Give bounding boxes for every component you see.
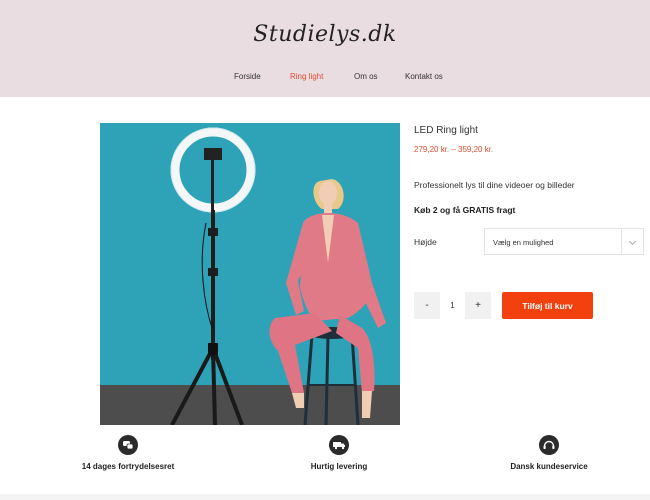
add-to-cart-button[interactable]: Tilføj til kurv (502, 292, 593, 319)
variation-select[interactable]: Vælg en mulighed (484, 228, 644, 255)
feature-fast-delivery: Hurtig levering (269, 435, 409, 471)
site-header: Studielys.dk Forside Ring light Om os Ko… (0, 0, 650, 97)
footer-divider (0, 494, 650, 500)
promo-text: Køb 2 og få GRATIS fragt (414, 205, 516, 215)
variation-select-value: Vælg en mulighed (493, 238, 554, 247)
nav-item-kontakt-os[interactable]: Kontakt os (405, 72, 443, 81)
truck-icon (329, 435, 349, 455)
product-image[interactable] (100, 123, 400, 425)
quantity-input[interactable] (440, 292, 465, 319)
feature-customer-service: Dansk kundeservice (479, 435, 619, 471)
quantity-increase-button[interactable]: + (465, 292, 491, 319)
product-description: Professionelt lys til dine videoer og bi… (414, 180, 575, 190)
chat-bubbles-icon (118, 435, 138, 455)
feature-label: 14 dages fortrydelsesret (81, 462, 175, 471)
site-logo[interactable]: Studielys.dk (0, 22, 650, 47)
nav-item-ring-light[interactable]: Ring light (290, 72, 323, 81)
nav-item-forside[interactable]: Forside (234, 72, 261, 81)
quantity-decrease-button[interactable]: - (414, 292, 440, 319)
main-nav: Forside Ring light Om os Kontakt os (0, 72, 650, 86)
feature-label: Hurtig levering (310, 462, 368, 471)
nav-item-om-os[interactable]: Om os (354, 72, 378, 81)
headset-icon (539, 435, 559, 455)
chevron-down-icon (621, 229, 643, 254)
feature-label: Dansk kundeservice (510, 462, 588, 471)
variation-label: Højde (414, 237, 437, 247)
product-title: LED Ring light (414, 125, 478, 136)
product-price: 279,20 kr. – 359,20 kr. (414, 145, 494, 154)
feature-return-policy: 14 dages fortrydelsesret (58, 435, 198, 471)
